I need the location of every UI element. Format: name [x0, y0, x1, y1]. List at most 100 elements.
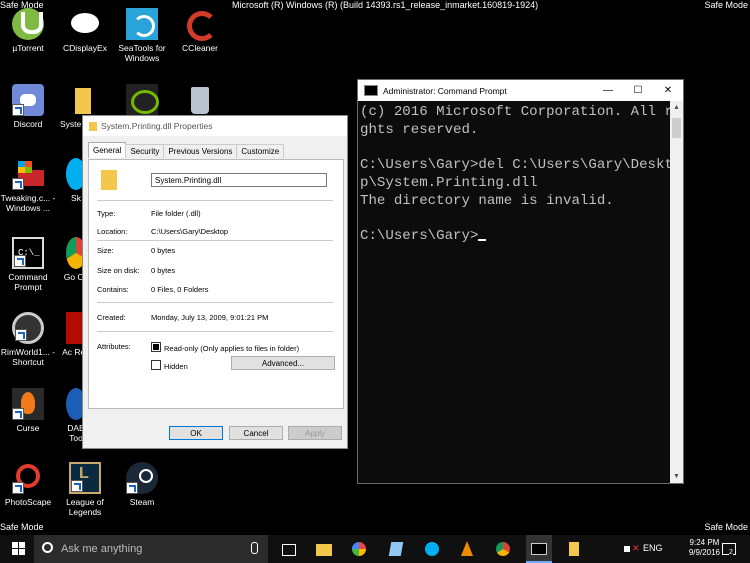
advanced-button[interactable]: Advanced...: [231, 356, 335, 370]
desktop-icon-cdisplayex[interactable]: CDisplayEx: [57, 8, 113, 53]
paint-icon[interactable]: [350, 540, 368, 558]
steam-icon: [126, 462, 158, 494]
build-string: Microsoft (R) Windows (R) (Build 14393.r…: [232, 0, 539, 10]
tab-security[interactable]: Security: [125, 144, 165, 158]
scroll-up-icon[interactable]: ▲: [673, 104, 680, 111]
desktop-icon-photoscape[interactable]: PhotoScape: [0, 462, 56, 507]
skype-icon[interactable]: [423, 540, 441, 558]
scrollbar-thumb[interactable]: [672, 118, 681, 138]
taskbar: Ask me anything ✕ ENG 9:24 PM 9/9/2016 2: [0, 535, 750, 563]
start-button[interactable]: [10, 540, 28, 558]
properties-titlebar[interactable]: System.Printing.dll Properties: [83, 116, 347, 136]
seagate-icon: [126, 8, 158, 40]
scroll-down-icon[interactable]: ▼: [673, 473, 680, 480]
shortcut-arrow-icon: [12, 408, 24, 420]
hidden-checkbox[interactable]: Hidden: [151, 360, 188, 371]
desktop-icon-tweaking[interactable]: Tweaking.c... - Windows ...: [0, 158, 56, 213]
cmd-icon: [364, 85, 378, 96]
speech-bubble-icon: [69, 8, 101, 40]
command-prompt-window[interactable]: Administrator: Command Prompt — ☐ ✕ (c) …: [357, 79, 684, 484]
safe-mode-bottom-left: Safe Mode: [0, 522, 44, 532]
desktop-icon-nvidia[interactable]: [114, 84, 170, 119]
cmd-taskbar-icon[interactable]: [526, 535, 552, 563]
separator: [97, 240, 333, 241]
microphone-icon[interactable]: [251, 542, 258, 554]
desktop-icon-discord[interactable]: Discord: [0, 84, 56, 129]
created-row: Created: Monday, July 13, 2009, 9:01:21 P…: [97, 313, 269, 322]
attributes-label: Attributes:: [97, 342, 131, 351]
shortcut-arrow-icon: [12, 178, 24, 190]
nvidia-icon: [126, 84, 159, 116]
folder-icon: [89, 121, 97, 131]
chrome-icon[interactable]: [494, 540, 512, 558]
file-explorer-icon[interactable]: [315, 540, 333, 558]
separator: [97, 331, 333, 332]
search-placeholder: Ask me anything: [61, 543, 143, 555]
console-output[interactable]: (c) 2016 Microsoft Corporation. All ri g…: [360, 104, 681, 246]
apply-button[interactable]: Apply: [288, 426, 342, 440]
clock[interactable]: 9:24 PM 9/9/2016: [689, 538, 720, 558]
type-row: Type: File folder (.dll): [97, 209, 201, 218]
contains-row: Contains: 0 Files, 0 Folders: [97, 285, 209, 294]
minimize-icon[interactable]: —: [593, 80, 623, 101]
tab-previous-versions[interactable]: Previous Versions: [163, 144, 238, 158]
clock-date: 9/9/2016: [688, 548, 720, 557]
ccleaner-icon: [184, 8, 217, 41]
location-row: Location: C:\Users\Gary\Desktop: [97, 227, 229, 236]
notes-icon[interactable]: [387, 540, 405, 558]
desktop-icon-rimworld[interactable]: RimWorld1... - Shortcut: [0, 312, 56, 367]
maximize-icon[interactable]: ☐: [623, 80, 653, 101]
desktop-icon-utorrent[interactable]: µTorrent: [0, 8, 56, 53]
shortcut-arrow-icon: [71, 480, 83, 492]
ok-button[interactable]: OK: [169, 426, 223, 440]
readonly-checkbox[interactable]: Read-only (Only applies to files in fold…: [151, 342, 299, 353]
desktop-icon-curse[interactable]: Curse: [0, 388, 56, 433]
separator: [97, 200, 333, 201]
name-field[interactable]: System.Printing.dll: [151, 173, 327, 187]
search-box[interactable]: Ask me anything: [34, 535, 268, 563]
clock-time: 9:24 PM: [689, 538, 720, 547]
desktop-icon-ccleaner[interactable]: CCleaner: [172, 8, 228, 53]
cancel-button[interactable]: Cancel: [229, 426, 283, 440]
task-view-icon[interactable]: [280, 540, 298, 558]
folder-taskbar-icon[interactable]: [565, 540, 583, 558]
close-icon[interactable]: ✕: [653, 80, 683, 101]
cursor: [478, 238, 487, 241]
shortcut-arrow-icon: [15, 329, 27, 341]
desktop-icon-league-of-legends[interactable]: L League of Legends: [57, 462, 113, 517]
scrollbar[interactable]: ▲ ▼: [670, 101, 683, 483]
size-on-disk-row: Size on disk: 0 bytes: [97, 266, 176, 275]
photoscape-icon: [12, 462, 44, 494]
desktop-icon-recycle-bin[interactable]: [172, 84, 228, 119]
shortcut-arrow-icon: [14, 255, 26, 267]
desktop-icon-command-prompt[interactable]: C:\_ Command Prompt: [0, 237, 56, 292]
utorrent-icon: [12, 8, 44, 40]
folder-icon: [101, 170, 117, 190]
toolbox-icon: [12, 158, 44, 190]
language-indicator[interactable]: ENG: [643, 543, 663, 553]
tab-customize[interactable]: Customize: [236, 144, 285, 158]
tab-bar: General Security Previous Versions Custo…: [88, 142, 285, 158]
desktop-icon-steam[interactable]: Steam: [114, 462, 170, 507]
volume-muted-icon[interactable]: ✕: [622, 540, 640, 558]
notification-center-icon[interactable]: 2: [720, 540, 738, 558]
checkbox-icon: [151, 360, 161, 370]
league-icon: L: [69, 462, 101, 494]
cmd-icon: C:\_: [12, 237, 44, 269]
windows-logo-icon: [12, 542, 25, 555]
separator: [97, 302, 333, 303]
desktop-icon-seatools[interactable]: SeaTools for Windows: [114, 8, 170, 63]
notification-count: 2: [729, 549, 733, 556]
window-title: System.Printing.dll Properties: [101, 121, 213, 131]
cortana-icon: [42, 542, 53, 553]
vlc-icon[interactable]: [458, 540, 476, 558]
cmd-titlebar[interactable]: Administrator: Command Prompt — ☐ ✕: [358, 80, 683, 101]
shortcut-arrow-icon: [12, 482, 24, 494]
safe-mode-top-right: Safe Mode: [704, 0, 748, 10]
checkbox-indeterminate-icon: [151, 342, 161, 352]
tab-general[interactable]: General: [88, 142, 127, 158]
size-row: Size: 0 bytes: [97, 246, 176, 255]
properties-window[interactable]: System.Printing.dll Properties General S…: [82, 115, 348, 449]
general-panel: System.Printing.dll Type: File folder (.d…: [88, 159, 344, 409]
rimworld-icon: [12, 312, 44, 344]
